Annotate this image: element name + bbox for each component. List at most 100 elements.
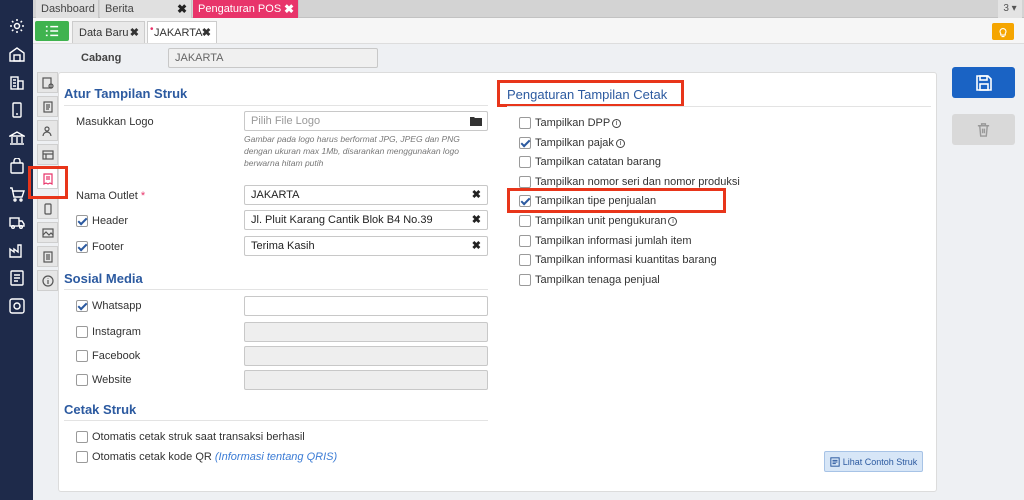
cabang-field: JAKARTA <box>168 48 378 68</box>
header-checkbox[interactable] <box>76 215 88 227</box>
vtab-users[interactable] <box>37 120 58 141</box>
highlight-box-tipe-penjualan <box>507 188 726 213</box>
print-jumlah-item-label: Tampilkan informasi jumlah item <box>535 235 692 247</box>
clear-icon[interactable]: ✖ <box>472 237 481 255</box>
tab-count-label: 3 <box>1003 3 1009 14</box>
close-icon[interactable]: ✖ <box>177 0 187 18</box>
website-checkbox[interactable] <box>76 374 88 386</box>
header-label: Header <box>92 215 129 227</box>
lightbulb-button[interactable] <box>992 23 1014 40</box>
tab-berita[interactable]: Berita ✖ <box>100 0 192 18</box>
print-nomor-seri-label: Tampilkan nomor seri dan nomor produksi <box>535 176 740 188</box>
header-value: Jl. Pluit Karang Cantik Blok B4 No.39 <box>251 214 433 226</box>
print-kuantitas-checkbox[interactable] <box>519 254 531 266</box>
settings-panel <box>58 72 937 492</box>
facebook-checkbox[interactable] <box>76 350 88 362</box>
highlight-box-vtab <box>28 166 68 199</box>
list-menu-button[interactable] <box>35 21 69 41</box>
settings-panel-icon[interactable] <box>8 297 26 315</box>
logo-file-input[interactable]: Pilih File Logo <box>244 111 488 131</box>
receipt-preview-icon <box>830 456 840 467</box>
list-icon <box>42 250 53 263</box>
print-dpp-checkbox[interactable] <box>519 117 531 129</box>
outlet-label-text: Nama Outlet <box>76 190 138 202</box>
footer-input[interactable]: Terima Kasih ✖ <box>244 236 488 256</box>
facebook-input[interactable] <box>244 346 488 366</box>
image-icon <box>41 227 54 238</box>
tab-count-dropdown[interactable]: 3 ▾ <box>998 0 1022 18</box>
vtab-list[interactable] <box>37 246 58 267</box>
tab-data-baru[interactable]: Data Baru ✖ <box>72 21 145 43</box>
truck-icon[interactable] <box>8 213 26 231</box>
print-unit-checkbox[interactable] <box>519 215 531 227</box>
whatsapp-checkbox[interactable] <box>76 300 88 312</box>
logo-hint: Gambar pada logo harus berformat JPG, JP… <box>244 134 460 168</box>
info-icon[interactable]: i <box>615 139 625 148</box>
vtab-device[interactable] <box>37 198 58 219</box>
modified-indicator: • <box>150 24 154 35</box>
auto-print-checkbox[interactable] <box>76 431 88 443</box>
vtab-document[interactable] <box>37 96 58 117</box>
instagram-input[interactable] <box>244 322 488 342</box>
print-nomor-seri-checkbox[interactable] <box>519 176 531 188</box>
website-input[interactable] <box>244 370 488 390</box>
print-pajak-label: Tampilkan pajak i <box>535 137 625 149</box>
save-button[interactable] <box>952 67 1015 98</box>
outlet-name-value: JAKARTA <box>251 189 300 201</box>
users-icon <box>41 125 52 136</box>
bag-icon[interactable] <box>8 157 26 175</box>
section-divider <box>64 105 488 106</box>
footer-checkbox[interactable] <box>76 241 88 253</box>
print-dpp-label: Tampilkan DPP i <box>535 117 622 129</box>
info-icon[interactable]: i <box>612 119 622 128</box>
print-jumlah-item-checkbox[interactable] <box>519 235 531 247</box>
auto-qr-label: Otomatis cetak kode QR (Informasi tentan… <box>92 451 337 463</box>
tab-jakarta[interactable]: • JAKARTA ✖ <box>147 21 217 43</box>
outlet-label: Nama Outlet * <box>76 190 145 202</box>
app-sidebar <box>0 0 33 500</box>
qris-info-link[interactable]: (Informasi tentang QRIS) <box>215 451 337 463</box>
section-divider <box>64 420 488 421</box>
lightbulb-icon <box>999 27 1007 37</box>
delete-button[interactable] <box>952 114 1015 145</box>
vtab-image[interactable] <box>37 222 58 243</box>
print-tenaga-penjual-checkbox[interactable] <box>519 274 531 286</box>
close-icon[interactable]: ✖ <box>130 22 139 44</box>
clear-icon[interactable]: ✖ <box>472 211 481 229</box>
highlight-box-print-title <box>497 80 684 107</box>
warehouse-icon[interactable] <box>8 45 26 63</box>
print-pajak-checkbox[interactable] <box>519 137 531 149</box>
logo-placeholder: Pilih File Logo <box>251 115 321 127</box>
folder-icon[interactable] <box>470 115 482 127</box>
close-icon[interactable]: ✖ <box>284 0 294 18</box>
building-icon[interactable] <box>8 73 26 91</box>
print-catatan-checkbox[interactable] <box>519 156 531 168</box>
vtab-receipt-settings[interactable] <box>37 72 58 93</box>
whatsapp-input[interactable] <box>244 296 488 316</box>
info-icon[interactable]: i <box>668 217 678 226</box>
tab-pengaturan-pos[interactable]: Pengaturan POS ✖ <box>193 0 299 18</box>
section-divider <box>507 106 931 107</box>
print-unit-text: Tampilkan unit pengukuran <box>535 215 667 227</box>
auto-qr-checkbox[interactable] <box>76 451 88 463</box>
print-catatan-label: Tampilkan catatan barang <box>535 156 661 168</box>
tab-dashboard[interactable]: Dashboard <box>36 0 99 18</box>
preview-receipt-button[interactable]: Lihat Contoh Struk <box>824 451 923 472</box>
clear-icon[interactable]: ✖ <box>472 186 481 204</box>
section-title-struk: Atur Tampilan Struk <box>64 86 188 101</box>
instagram-checkbox[interactable] <box>76 326 88 338</box>
report-icon[interactable] <box>8 269 26 287</box>
gear-icon[interactable] <box>8 17 26 35</box>
phone-icon[interactable] <box>8 101 26 119</box>
vtab-info[interactable] <box>37 270 58 291</box>
print-dpp-text: Tampilkan DPP <box>535 117 611 129</box>
header-input[interactable]: Jl. Pluit Karang Cantik Blok B4 No.39 ✖ <box>244 210 488 230</box>
factory-icon[interactable] <box>8 241 26 259</box>
whatsapp-label: Whatsapp <box>92 300 142 312</box>
outlet-name-input[interactable]: JAKARTA ✖ <box>244 185 488 205</box>
bank-icon[interactable] <box>8 129 26 147</box>
section-divider <box>64 289 488 290</box>
cart-icon[interactable] <box>8 185 26 203</box>
vtab-table[interactable] <box>37 144 58 165</box>
close-icon[interactable]: ✖ <box>202 22 211 44</box>
